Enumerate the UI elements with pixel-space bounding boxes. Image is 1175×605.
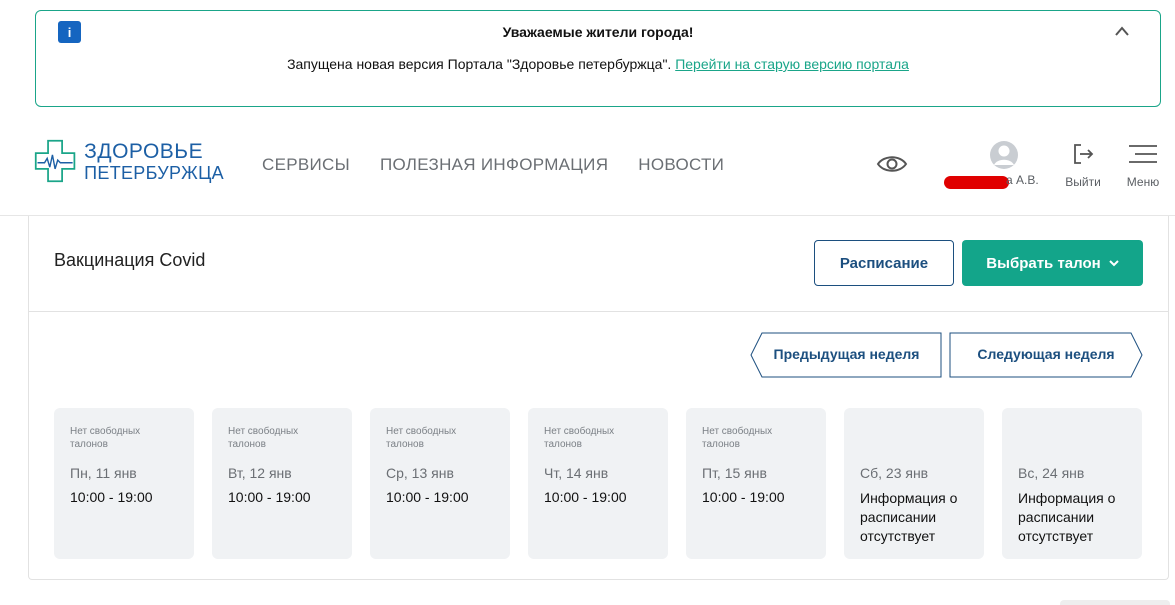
day-card[interactable]: Нет свободных талонов Чт, 14 янв 10:00 -…: [528, 408, 668, 559]
redaction-mark: [944, 176, 1009, 189]
prev-week-label: Предыдущая неделя: [773, 346, 920, 362]
prev-week-button[interactable]: Предыдущая неделя: [750, 332, 943, 378]
page-title: Вакцинация Covid: [54, 250, 206, 270]
site-header: ЗДОРОВЬЕ ПЕТЕРБУРЖЦА СЕРВИСЫ ПОЛЕЗНАЯ ИН…: [0, 118, 1175, 216]
day-card[interactable]: Вс, 24 янв Информация о расписании отсут…: [1002, 408, 1142, 559]
day-time: 10:00 - 19:00: [70, 489, 153, 505]
select-ticket-button[interactable]: Выбрать талон: [962, 240, 1143, 286]
day-info: Информация о расписании отсутствует: [860, 490, 958, 544]
logout-label: Выйти: [1065, 175, 1101, 189]
day-note: Нет свободных талонов: [544, 426, 615, 450]
day-card[interactable]: Нет свободных талонов Пт, 15 янв 10:00 -…: [686, 408, 826, 559]
day-note: Нет свободных талонов: [70, 426, 141, 450]
day-date: Пн, 11 янв: [70, 465, 137, 481]
notice-message: Запущена новая версия Портала "Здоровье …: [287, 56, 672, 72]
card-header: Вакцинация Covid Расписание Выбрать тало…: [29, 216, 1168, 312]
day-card[interactable]: Нет свободных талонов Пн, 11 янв 10:00 -…: [54, 408, 194, 559]
avatar: [990, 141, 1018, 169]
notice-title: Уважаемые жители города!: [502, 24, 694, 40]
logout-icon: [1074, 144, 1094, 164]
old-version-link[interactable]: Перейти на старую версию портала: [675, 56, 909, 72]
day-time: 10:00 - 19:00: [544, 489, 627, 505]
next-week-label: Следующая неделя: [977, 346, 1115, 362]
nav-services[interactable]: СЕРВИСЫ: [262, 155, 350, 175]
day-note: Нет свободных талонов: [386, 426, 457, 450]
logo-cross-icon: [34, 139, 76, 183]
logo[interactable]: ЗДОРОВЬЕ ПЕТЕРБУРЖЦА: [34, 136, 224, 186]
day-date: Вт, 12 янв: [228, 465, 292, 481]
notice-text: Запущена новая версия Портала "Здоровье …: [36, 56, 1160, 72]
day-info: Информация о расписании отсутствует: [1018, 490, 1116, 544]
user-profile[interactable]: а А.В.: [944, 140, 1044, 190]
day-time: 10:00 - 19:00: [702, 489, 785, 505]
eye-icon[interactable]: [876, 153, 908, 175]
day-time: 10:00 - 19:00: [228, 489, 311, 505]
vaccination-card: Вакцинация Covid Расписание Выбрать тало…: [28, 216, 1169, 580]
nav-news[interactable]: НОВОСТИ: [638, 155, 724, 175]
nav-useful-info[interactable]: ПОЛЕЗНАЯ ИНФОРМАЦИЯ: [380, 155, 608, 175]
scroll-hint: [1060, 600, 1170, 605]
logout-button[interactable]: Выйти: [1059, 142, 1107, 192]
chevron-up-icon[interactable]: [1114, 25, 1130, 37]
menu-label: Меню: [1126, 175, 1160, 189]
main-nav: СЕРВИСЫ ПОЛЕЗНАЯ ИНФОРМАЦИЯ НОВОСТИ: [262, 155, 724, 175]
day-date: Сб, 23 янв: [860, 465, 929, 481]
select-ticket-label: Выбрать талон: [986, 254, 1101, 272]
hamburger-icon: [1129, 145, 1157, 163]
day-note: Нет свободных талонов: [228, 426, 299, 450]
chevron-down-icon: [1108, 259, 1119, 266]
day-date: Ср, 13 янв: [386, 465, 454, 481]
day-time: 10:00 - 19:00: [386, 489, 469, 505]
day-date: Пт, 15 янв: [702, 465, 767, 481]
day-card[interactable]: Сб, 23 янв Информация о расписании отсут…: [844, 408, 984, 559]
schedule-button[interactable]: Расписание: [814, 240, 954, 286]
logo-line1: ЗДОРОВЬЕ: [84, 139, 204, 163]
user-name: а А.В.: [1006, 173, 1039, 187]
logo-line2: ПЕТЕРБУРЖЦА: [84, 162, 224, 183]
day-card[interactable]: Нет свободных талонов Ср, 13 янв 10:00 -…: [370, 408, 510, 559]
day-date: Чт, 14 янв: [544, 465, 609, 481]
next-week-button[interactable]: Следующая неделя: [949, 332, 1143, 378]
day-date: Вс, 24 янв: [1018, 465, 1085, 481]
menu-button[interactable]: Меню: [1121, 142, 1165, 192]
notice-banner: i Уважаемые жители города! Запущена нова…: [35, 10, 1161, 107]
day-note: Нет свободных талонов: [702, 426, 773, 450]
day-card[interactable]: Нет свободных талонов Вт, 12 янв 10:00 -…: [212, 408, 352, 559]
